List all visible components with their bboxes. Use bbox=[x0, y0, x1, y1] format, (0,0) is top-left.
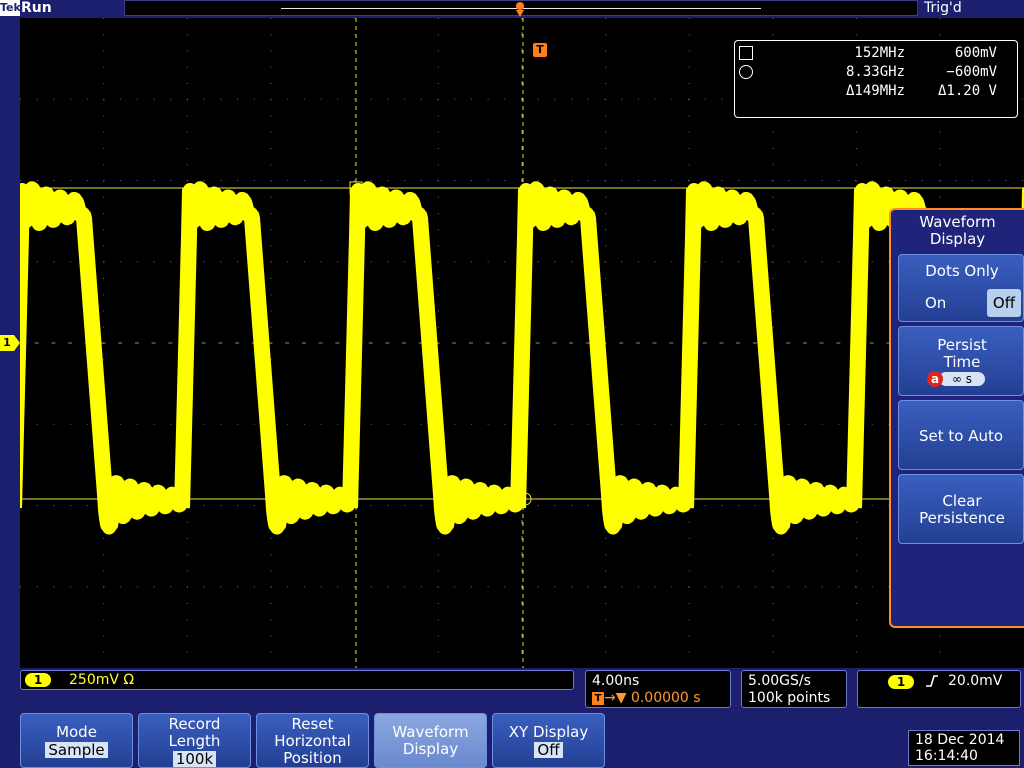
xy-display-button[interactable]: XY Display Off bbox=[492, 713, 605, 768]
xy-display-value: Off bbox=[534, 742, 563, 758]
record-length-label-text: Record Length bbox=[168, 715, 221, 750]
sample-rate: 5.00GS/s bbox=[748, 673, 811, 689]
persist-time-value: ∞ s bbox=[939, 372, 985, 386]
brand-logo: Tek bbox=[0, 0, 21, 16]
horizontal-readout[interactable]: 4.00ns T →▼ 0.00000 s bbox=[585, 670, 731, 708]
trigger-time-marker[interactable]: T bbox=[533, 43, 547, 57]
square-icon bbox=[739, 46, 753, 60]
record-length-points: 100k points bbox=[748, 690, 831, 706]
knob-a-icon: a bbox=[927, 371, 943, 387]
clear-persistence-button[interactable]: Clear Persistence bbox=[898, 474, 1024, 544]
circle-icon bbox=[739, 65, 753, 79]
mode-button[interactable]: Mode Sample bbox=[20, 713, 133, 768]
status-bar: Tek Run Trig'd bbox=[0, 0, 1024, 18]
clear-persistence-label: Clear Persistence bbox=[899, 493, 1024, 527]
cursor-delta-row: Δ149MHz Δ1.20 V bbox=[735, 81, 1017, 101]
run-status: Run bbox=[21, 0, 52, 16]
clear-persistence-label-text: Clear Persistence bbox=[919, 492, 1005, 527]
trigger-readout[interactable]: 1 20.0mV bbox=[857, 670, 1021, 708]
cursor-a-voltage: 600mV bbox=[954, 45, 997, 61]
side-menu-title-text: Waveform Display bbox=[919, 213, 996, 248]
trigger-level: 20.0mV bbox=[948, 673, 1003, 689]
mode-label: Mode bbox=[56, 723, 97, 741]
persist-time-control: ∞ s a bbox=[927, 371, 997, 387]
cursor-b-frequency: 8.33GHz bbox=[845, 64, 905, 80]
horizontal-delay: T →▼ 0.00000 s bbox=[592, 690, 701, 706]
trigger-source-badge: 1 bbox=[888, 675, 914, 689]
xy-display-label: XY Display bbox=[508, 723, 589, 741]
cursor-a-row: 152MHz 600mV bbox=[735, 43, 1017, 63]
waveform-display-button[interactable]: Waveform Display bbox=[374, 713, 487, 768]
dots-only-label: Dots Only bbox=[925, 262, 999, 280]
waveform-display-label: Waveform Display bbox=[375, 724, 486, 758]
persist-time-label: Persist Time bbox=[899, 337, 1024, 371]
dots-only-off-selected: Off bbox=[987, 289, 1021, 317]
trigger-position-icon bbox=[516, 2, 524, 17]
waveform-display-label-text: Waveform Display bbox=[392, 723, 469, 758]
set-to-auto-button[interactable]: Set to Auto bbox=[898, 400, 1024, 470]
trigger-t-icon: T bbox=[592, 691, 604, 705]
trigger-status: Trig'd bbox=[924, 0, 962, 16]
side-menu: Waveform Display Dots Only On Off Persis… bbox=[889, 208, 1024, 628]
cursor-b-voltage: −600mV bbox=[946, 64, 997, 80]
time-per-division: 4.00ns bbox=[592, 673, 640, 689]
side-menu-title: Waveform Display bbox=[891, 214, 1024, 248]
cursor-delta-voltage: Δ1.20 V bbox=[937, 83, 997, 99]
dots-only-on: On bbox=[925, 294, 947, 312]
rising-edge-icon bbox=[926, 675, 938, 687]
channel-1-marker-label: 1 bbox=[0, 335, 14, 351]
mode-value: Sample bbox=[45, 742, 108, 758]
cursor-readout[interactable]: 152MHz 600mV 8.33GHz −600mV Δ149MHz Δ1.2… bbox=[734, 40, 1018, 118]
horizontal-delay-value: →▼ 0.00000 s bbox=[604, 690, 701, 706]
reset-horizontal-label: Reset Horizontal Position bbox=[257, 716, 368, 767]
date: 18 Dec 2014 bbox=[915, 732, 1005, 748]
cursor-a-frequency: 152MHz bbox=[854, 45, 905, 61]
channel-1-readout[interactable]: 1 250mV Ω bbox=[20, 670, 574, 690]
cursor-b-row: 8.33GHz −600mV bbox=[735, 62, 1017, 82]
record-length-button[interactable]: Record Length 100k bbox=[138, 713, 251, 768]
acquisition-readout[interactable]: 5.00GS/s 100k points bbox=[741, 670, 847, 708]
date-time-display: 18 Dec 2014 16:14:40 bbox=[908, 730, 1020, 766]
cursor-delta-frequency: Δ149MHz bbox=[845, 83, 905, 99]
time: 16:14:40 bbox=[915, 748, 978, 764]
persist-time-button[interactable]: Persist Time ∞ s a bbox=[898, 326, 1024, 396]
channel-1-scale: 250mV Ω bbox=[69, 672, 135, 688]
channel-1-ground-marker[interactable]: 1 bbox=[0, 335, 20, 351]
reset-horizontal-position-button[interactable]: Reset Horizontal Position bbox=[256, 713, 369, 768]
reset-horizontal-label-text: Reset Horizontal Position bbox=[274, 715, 351, 767]
persist-time-label-text: Persist Time bbox=[937, 336, 987, 371]
record-length-label: Record Length bbox=[139, 716, 250, 750]
record-length-value: 100k bbox=[172, 751, 217, 767]
channel-1-badge: 1 bbox=[25, 673, 51, 687]
dots-only-button[interactable]: Dots Only On Off bbox=[898, 254, 1024, 322]
